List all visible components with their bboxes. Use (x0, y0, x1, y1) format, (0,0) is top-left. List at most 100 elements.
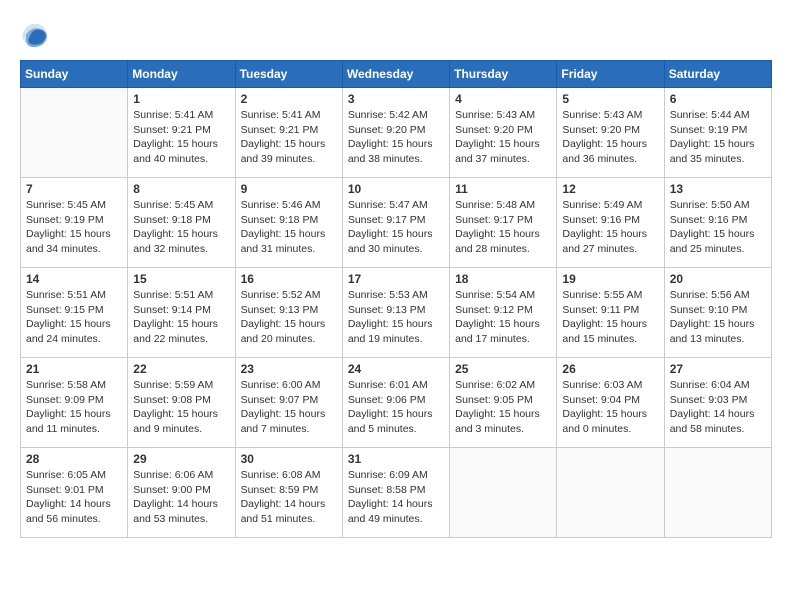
day-number: 30 (241, 452, 337, 466)
day-info: Sunrise: 5:46 AM Sunset: 9:18 PM Dayligh… (241, 198, 337, 257)
calendar-week-2: 7Sunrise: 5:45 AM Sunset: 9:19 PM Daylig… (21, 178, 772, 268)
calendar-cell: 3 Sunrise: 5:42 AM Sunset: 9:20 PM Daylig… (342, 88, 449, 178)
day-info: Sunrise: 6:09 AM Sunset: 8:58 PM Dayligh… (348, 468, 444, 527)
day-info: Sunrise: 5:51 AM Sunset: 9:14 PM Dayligh… (133, 288, 229, 347)
day-info: Sunrise: 5:41 AM Sunset: 9:21 PM Dayligh… (241, 108, 337, 167)
day-info: Sunrise: 5:49 AM Sunset: 9:16 PM Dayligh… (562, 198, 658, 257)
day-number: 18 (455, 272, 551, 286)
day-info: Sunrise: 5:47 AM Sunset: 9:17 PM Dayligh… (348, 198, 444, 257)
day-number: 31 (348, 452, 444, 466)
calendar-cell: 15Sunrise: 5:51 AM Sunset: 9:14 PM Dayli… (128, 268, 235, 358)
calendar-cell: 26 Sunrise: 6:03 AM Sunset: 9:04 PM Dayli… (557, 358, 664, 448)
day-info: Sunrise: 5:59 AM Sunset: 9:08 PM Dayligh… (133, 378, 229, 437)
day-number: 29 (133, 452, 229, 466)
weekday-header-sunday: Sunday (21, 61, 128, 88)
day-info: Sunrise: 5:42 AM Sunset: 9:20 PM Dayligh… (348, 108, 444, 167)
day-info: Sunrise: 5:43 AM Sunset: 9:20 PM Dayligh… (455, 108, 551, 167)
day-info: Sunrise: 6:08 AM Sunset: 8:59 PM Dayligh… (241, 468, 337, 527)
day-number: 6 (670, 92, 766, 106)
day-number: 19 (562, 272, 658, 286)
day-number: 1 (133, 92, 229, 106)
day-info: Sunrise: 5:41 AM Sunset: 9:21 PM Dayligh… (133, 108, 229, 167)
day-info: Sunrise: 6:03 AM Sunset: 9:04 PM Dayligh… (562, 378, 658, 437)
calendar-cell: 4 Sunrise: 5:43 AM Sunset: 9:20 PM Daylig… (450, 88, 557, 178)
calendar-cell: 17 Sunrise: 5:53 AM Sunset: 9:13 PM Dayli… (342, 268, 449, 358)
calendar-cell (21, 88, 128, 178)
day-info: Sunrise: 6:06 AM Sunset: 9:00 PM Dayligh… (133, 468, 229, 527)
calendar-week-3: 14Sunrise: 5:51 AM Sunset: 9:15 PM Dayli… (21, 268, 772, 358)
calendar-cell: 1 Sunrise: 5:41 AM Sunset: 9:21 PM Daylig… (128, 88, 235, 178)
logo (20, 20, 54, 50)
day-number: 10 (348, 182, 444, 196)
day-info: Sunrise: 5:51 AM Sunset: 9:15 PM Dayligh… (26, 288, 122, 347)
day-number: 26 (562, 362, 658, 376)
day-number: 22 (133, 362, 229, 376)
day-number: 2 (241, 92, 337, 106)
day-number: 3 (348, 92, 444, 106)
day-info: Sunrise: 5:53 AM Sunset: 9:13 PM Dayligh… (348, 288, 444, 347)
calendar-cell: 16Sunrise: 5:52 AM Sunset: 9:13 PM Dayli… (235, 268, 342, 358)
day-info: Sunrise: 5:58 AM Sunset: 9:09 PM Dayligh… (26, 378, 122, 437)
calendar-cell: 12 Sunrise: 5:49 AM Sunset: 9:16 PM Dayli… (557, 178, 664, 268)
calendar-cell: 28 Sunrise: 6:05 AM Sunset: 9:01 PM Dayli… (21, 448, 128, 538)
day-number: 16 (241, 272, 337, 286)
weekday-header-friday: Friday (557, 61, 664, 88)
weekday-header-row: SundayMondayTuesdayWednesdayThursdayFrid… (21, 61, 772, 88)
calendar-cell: 27Sunrise: 6:04 AM Sunset: 9:03 PM Dayli… (664, 358, 771, 448)
day-number: 8 (133, 182, 229, 196)
day-number: 25 (455, 362, 551, 376)
calendar-cell: 11Sunrise: 5:48 AM Sunset: 9:17 PM Dayli… (450, 178, 557, 268)
calendar-cell (450, 448, 557, 538)
calendar-cell: 21 Sunrise: 5:58 AM Sunset: 9:09 PM Dayli… (21, 358, 128, 448)
weekday-header-tuesday: Tuesday (235, 61, 342, 88)
page-header (20, 20, 772, 50)
day-number: 21 (26, 362, 122, 376)
day-info: Sunrise: 5:56 AM Sunset: 9:10 PM Dayligh… (670, 288, 766, 347)
calendar-cell: 9Sunrise: 5:46 AM Sunset: 9:18 PM Daylig… (235, 178, 342, 268)
calendar-cell: 6 Sunrise: 5:44 AM Sunset: 9:19 PM Daylig… (664, 88, 771, 178)
calendar-cell: 18 Sunrise: 5:54 AM Sunset: 9:12 PM Dayli… (450, 268, 557, 358)
calendar-cell: 7Sunrise: 5:45 AM Sunset: 9:19 PM Daylig… (21, 178, 128, 268)
day-number: 13 (670, 182, 766, 196)
calendar-week-5: 28 Sunrise: 6:05 AM Sunset: 9:01 PM Dayli… (21, 448, 772, 538)
day-number: 5 (562, 92, 658, 106)
calendar-cell: 13 Sunrise: 5:50 AM Sunset: 9:16 PM Dayli… (664, 178, 771, 268)
day-info: Sunrise: 5:44 AM Sunset: 9:19 PM Dayligh… (670, 108, 766, 167)
weekday-header-thursday: Thursday (450, 61, 557, 88)
day-number: 12 (562, 182, 658, 196)
calendar-cell: 23 Sunrise: 6:00 AM Sunset: 9:07 PM Dayli… (235, 358, 342, 448)
calendar-table: SundayMondayTuesdayWednesdayThursdayFrid… (20, 60, 772, 538)
day-number: 28 (26, 452, 122, 466)
day-info: Sunrise: 6:00 AM Sunset: 9:07 PM Dayligh… (241, 378, 337, 437)
day-number: 24 (348, 362, 444, 376)
calendar-cell: 30 Sunrise: 6:08 AM Sunset: 8:59 PM Dayli… (235, 448, 342, 538)
calendar-cell: 31 Sunrise: 6:09 AM Sunset: 8:58 PM Dayli… (342, 448, 449, 538)
weekday-header-wednesday: Wednesday (342, 61, 449, 88)
weekday-header-monday: Monday (128, 61, 235, 88)
day-number: 4 (455, 92, 551, 106)
calendar-cell: 24 Sunrise: 6:01 AM Sunset: 9:06 PM Dayli… (342, 358, 449, 448)
calendar-cell: 2 Sunrise: 5:41 AM Sunset: 9:21 PM Daylig… (235, 88, 342, 178)
calendar-cell (557, 448, 664, 538)
calendar-week-1: 1 Sunrise: 5:41 AM Sunset: 9:21 PM Daylig… (21, 88, 772, 178)
day-info: Sunrise: 6:02 AM Sunset: 9:05 PM Dayligh… (455, 378, 551, 437)
day-info: Sunrise: 5:50 AM Sunset: 9:16 PM Dayligh… (670, 198, 766, 257)
day-info: Sunrise: 6:04 AM Sunset: 9:03 PM Dayligh… (670, 378, 766, 437)
day-number: 7 (26, 182, 122, 196)
calendar-cell: 8Sunrise: 5:45 AM Sunset: 9:18 PM Daylig… (128, 178, 235, 268)
logo-icon (20, 20, 50, 50)
calendar-week-4: 21 Sunrise: 5:58 AM Sunset: 9:09 PM Dayli… (21, 358, 772, 448)
day-number: 23 (241, 362, 337, 376)
day-info: Sunrise: 5:43 AM Sunset: 9:20 PM Dayligh… (562, 108, 658, 167)
day-info: Sunrise: 5:55 AM Sunset: 9:11 PM Dayligh… (562, 288, 658, 347)
day-info: Sunrise: 5:48 AM Sunset: 9:17 PM Dayligh… (455, 198, 551, 257)
calendar-cell: 20 Sunrise: 5:56 AM Sunset: 9:10 PM Dayli… (664, 268, 771, 358)
calendar-cell: 22 Sunrise: 5:59 AM Sunset: 9:08 PM Dayli… (128, 358, 235, 448)
day-info: Sunrise: 6:05 AM Sunset: 9:01 PM Dayligh… (26, 468, 122, 527)
day-number: 20 (670, 272, 766, 286)
day-info: Sunrise: 6:01 AM Sunset: 9:06 PM Dayligh… (348, 378, 444, 437)
calendar-cell: 29 Sunrise: 6:06 AM Sunset: 9:00 PM Dayli… (128, 448, 235, 538)
day-number: 17 (348, 272, 444, 286)
day-info: Sunrise: 5:54 AM Sunset: 9:12 PM Dayligh… (455, 288, 551, 347)
calendar-cell: 25 Sunrise: 6:02 AM Sunset: 9:05 PM Dayli… (450, 358, 557, 448)
